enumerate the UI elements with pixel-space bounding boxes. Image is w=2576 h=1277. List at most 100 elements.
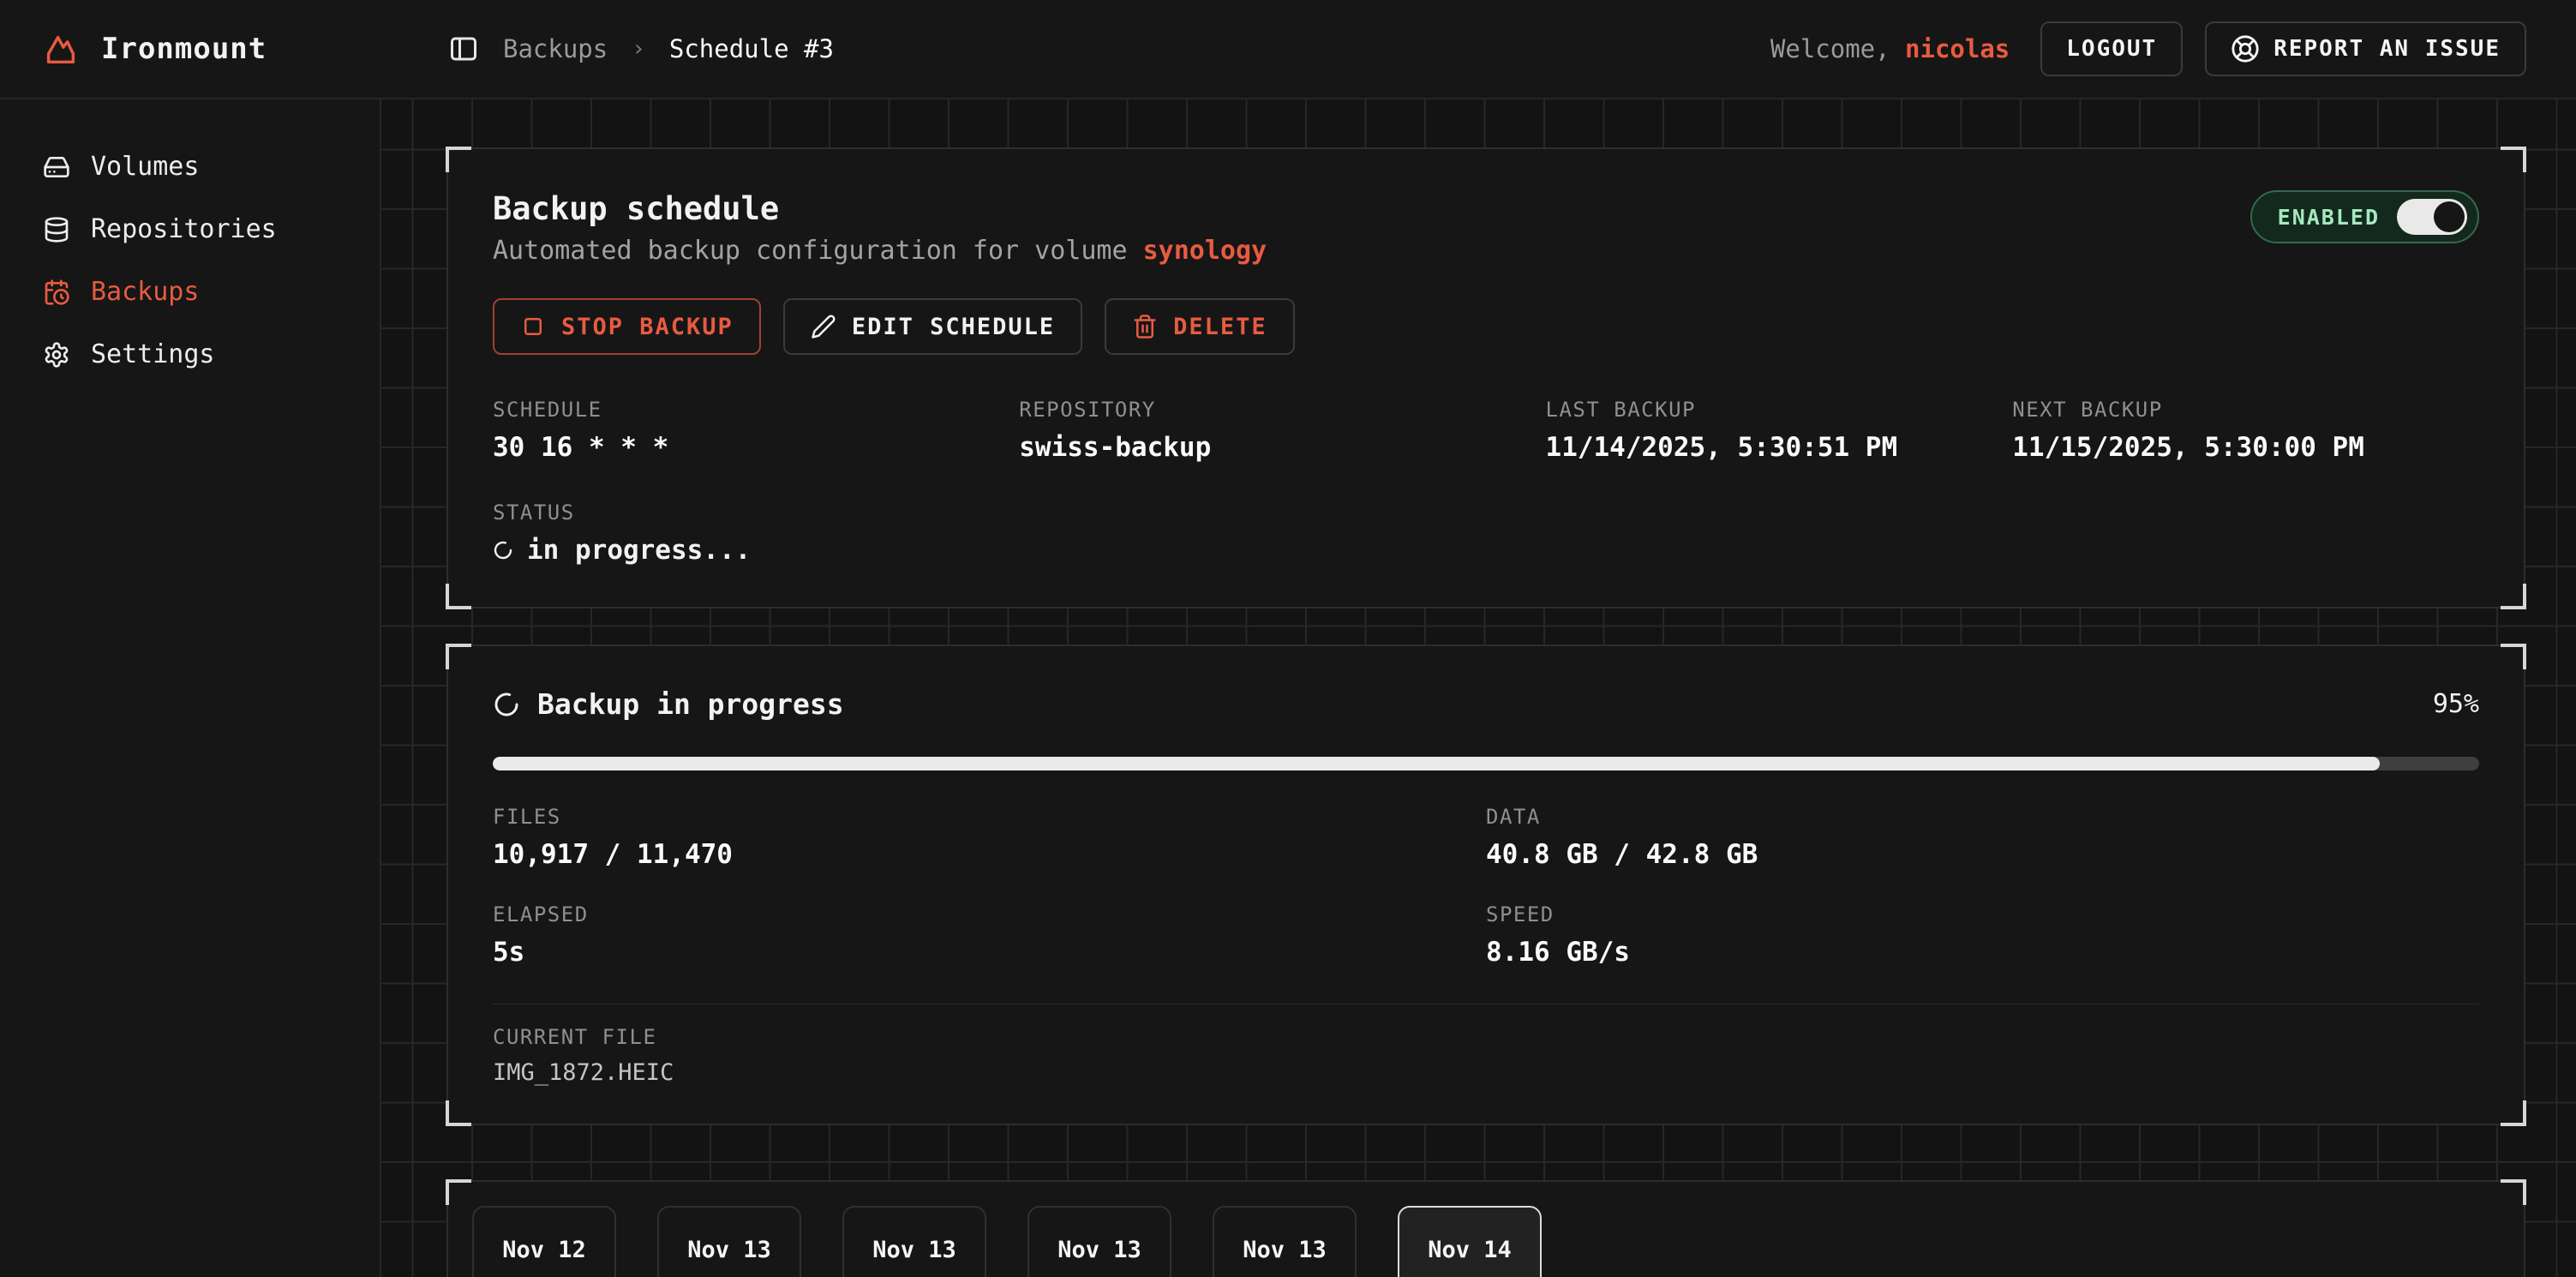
trash-icon: [1132, 314, 1158, 339]
history-item-selected[interactable]: Nov 14 05:30 PM 92.2 GB: [1398, 1206, 1542, 1277]
field-value: 11/14/2025, 5:30:51 PM: [1546, 432, 2013, 463]
stop-backup-button[interactable]: STOP BACKUP: [493, 298, 761, 355]
breadcrumb-current-page: Schedule #3: [669, 34, 834, 63]
sidebar-item-label: Backups: [91, 277, 199, 307]
field-schedule: SCHEDULE 30 16 * * *: [493, 398, 1019, 463]
field-value: swiss-backup: [1019, 432, 1545, 463]
gear-icon: [43, 341, 70, 369]
welcome-text: Welcome, nicolas: [1770, 34, 2010, 63]
corner-bracket: [2501, 147, 2526, 172]
report-issue-button-label: REPORT AN ISSUE: [2273, 36, 2501, 62]
history-item[interactable]: Nov 12 05:30 PM 92.2 GB: [472, 1206, 616, 1277]
history-item-date: Nov 13: [659, 1237, 800, 1263]
sidebar-item-settings[interactable]: Settings: [0, 323, 380, 386]
toggle-knob: [2434, 201, 2465, 232]
sidebar: Volumes Repositories Backups: [0, 99, 381, 1277]
stat-files: FILES 10,917 / 11,470: [493, 805, 1486, 870]
corner-bracket: [2501, 1100, 2526, 1126]
sidebar-item-label: Repositories: [91, 214, 277, 244]
hard-drive-icon: [43, 153, 70, 181]
edit-schedule-button-label: EDIT SCHEDULE: [852, 314, 1055, 340]
mountain-logo-icon: [41, 29, 81, 69]
history-item[interactable]: Nov 13 06:05 PM 92.2 GB: [1027, 1206, 1171, 1277]
corner-bracket: [446, 147, 471, 172]
field-status: STATUS in progress...: [493, 501, 2479, 566]
corner-bracket: [446, 644, 471, 669]
field-last-backup: LAST BACKUP 11/14/2025, 5:30:51 PM: [1546, 398, 2013, 463]
calendar-clock-icon: [43, 279, 70, 306]
field-label: NEXT BACKUP: [2012, 398, 2479, 422]
logout-button-label: LOGOUT: [2066, 36, 2157, 62]
progress-fill: [493, 757, 2380, 770]
progress-percent: 95%: [2433, 689, 2479, 719]
stat-label: SPEED: [1486, 902, 2479, 926]
panel-title: Backup schedule: [493, 190, 1267, 227]
field-label: STATUS: [493, 501, 2479, 525]
history-item-date: Nov 14: [1399, 1237, 1540, 1263]
stat-value: 10,917 / 11,470: [493, 839, 1486, 870]
enabled-toggle[interactable]: ENABLED: [2250, 190, 2479, 243]
field-label: LAST BACKUP: [1546, 398, 2013, 422]
breadcrumb: Backups › Schedule #3: [381, 33, 834, 64]
stat-value: 5s: [493, 937, 1486, 968]
stat-label: ELAPSED: [493, 902, 1486, 926]
field-next-backup: NEXT BACKUP 11/15/2025, 5:30:00 PM: [2012, 398, 2479, 463]
field-label: REPOSITORY: [1019, 398, 1545, 422]
corner-bracket: [446, 584, 471, 609]
current-file-value: IMG_1872.HEIC: [493, 1059, 2479, 1086]
corner-bracket: [2501, 644, 2526, 669]
history-item[interactable]: Nov 13 08:52 PM 92.2 GB: [1213, 1206, 1357, 1277]
toggle-switch[interactable]: [2397, 199, 2467, 235]
stop-backup-button-label: STOP BACKUP: [561, 314, 734, 340]
breadcrumb-separator: ›: [632, 36, 645, 62]
stat-label: DATA: [1486, 805, 2479, 829]
pencil-icon: [811, 314, 836, 339]
stat-elapsed: ELAPSED 5s: [493, 902, 1486, 968]
backup-schedule-panel: Backup schedule Automated backup configu…: [446, 147, 2525, 609]
backup-progress-panel: Backup in progress 95% FILES 10,917 / 11…: [446, 644, 2525, 1125]
delete-button[interactable]: DELETE: [1105, 298, 1295, 355]
loader-icon: [493, 691, 520, 718]
corner-bracket: [446, 1179, 471, 1205]
current-file: CURRENT FILE IMG_1872.HEIC: [493, 1004, 2479, 1086]
sidebar-toggle-icon[interactable]: [448, 33, 479, 64]
stat-value: 40.8 GB / 42.8 GB: [1486, 839, 2479, 870]
spinner-icon: [493, 540, 513, 561]
enabled-toggle-label: ENABLED: [2278, 205, 2380, 230]
field-label: SCHEDULE: [493, 398, 1019, 422]
username: nicolas: [1905, 34, 2010, 63]
history-item-date: Nov 13: [844, 1237, 985, 1263]
current-file-label: CURRENT FILE: [493, 1025, 2479, 1049]
backup-history-panel: Nov 12 05:30 PM 92.2 GB Nov 13 05:30 PM …: [446, 1180, 2525, 1277]
history-item-date: Nov 12: [474, 1237, 614, 1263]
stat-data: DATA 40.8 GB / 42.8 GB: [1486, 805, 2479, 870]
report-issue-button[interactable]: REPORT AN ISSUE: [2205, 21, 2526, 76]
stat-value: 8.16 GB/s: [1486, 937, 2479, 968]
sidebar-item-volumes[interactable]: Volumes: [0, 135, 380, 198]
history-item[interactable]: Nov 13 05:30 PM 92.2 GB: [657, 1206, 801, 1277]
status-text: in progress...: [527, 535, 751, 566]
edit-schedule-button[interactable]: EDIT SCHEDULE: [783, 298, 1082, 355]
corner-bracket: [446, 1100, 471, 1126]
delete-button-label: DELETE: [1173, 314, 1267, 340]
sidebar-item-label: Volumes: [91, 152, 199, 182]
history-item[interactable]: Nov 13 06:04 PM 92.2 GB: [842, 1206, 986, 1277]
logout-button[interactable]: LOGOUT: [2040, 21, 2183, 76]
sidebar-item-backups[interactable]: Backups: [0, 261, 380, 323]
stat-speed: SPEED 8.16 GB/s: [1486, 902, 2479, 968]
progress-title: Backup in progress: [537, 687, 844, 721]
stat-label: FILES: [493, 805, 1486, 829]
stop-square-icon: [520, 314, 546, 339]
sidebar-item-label: Settings: [91, 339, 215, 369]
main-content: Backup schedule Automated backup configu…: [381, 99, 2576, 1277]
sidebar-item-repositories[interactable]: Repositories: [0, 198, 380, 261]
corner-bracket: [2501, 1179, 2526, 1205]
field-value: 30 16 * * *: [493, 432, 1019, 463]
breadcrumb-section[interactable]: Backups: [503, 34, 608, 63]
lifebuoy-icon: [2231, 34, 2260, 63]
header-actions: Welcome, nicolas LOGOUT REPORT AN ISSUE: [1770, 21, 2576, 76]
corner-bracket: [2501, 584, 2526, 609]
progress-bar: [493, 757, 2479, 770]
app-header: Ironmount Backups › Schedule #3 Welcome,…: [0, 0, 2576, 99]
panel-subtitle: Automated backup configuration for volum…: [493, 236, 1267, 266]
